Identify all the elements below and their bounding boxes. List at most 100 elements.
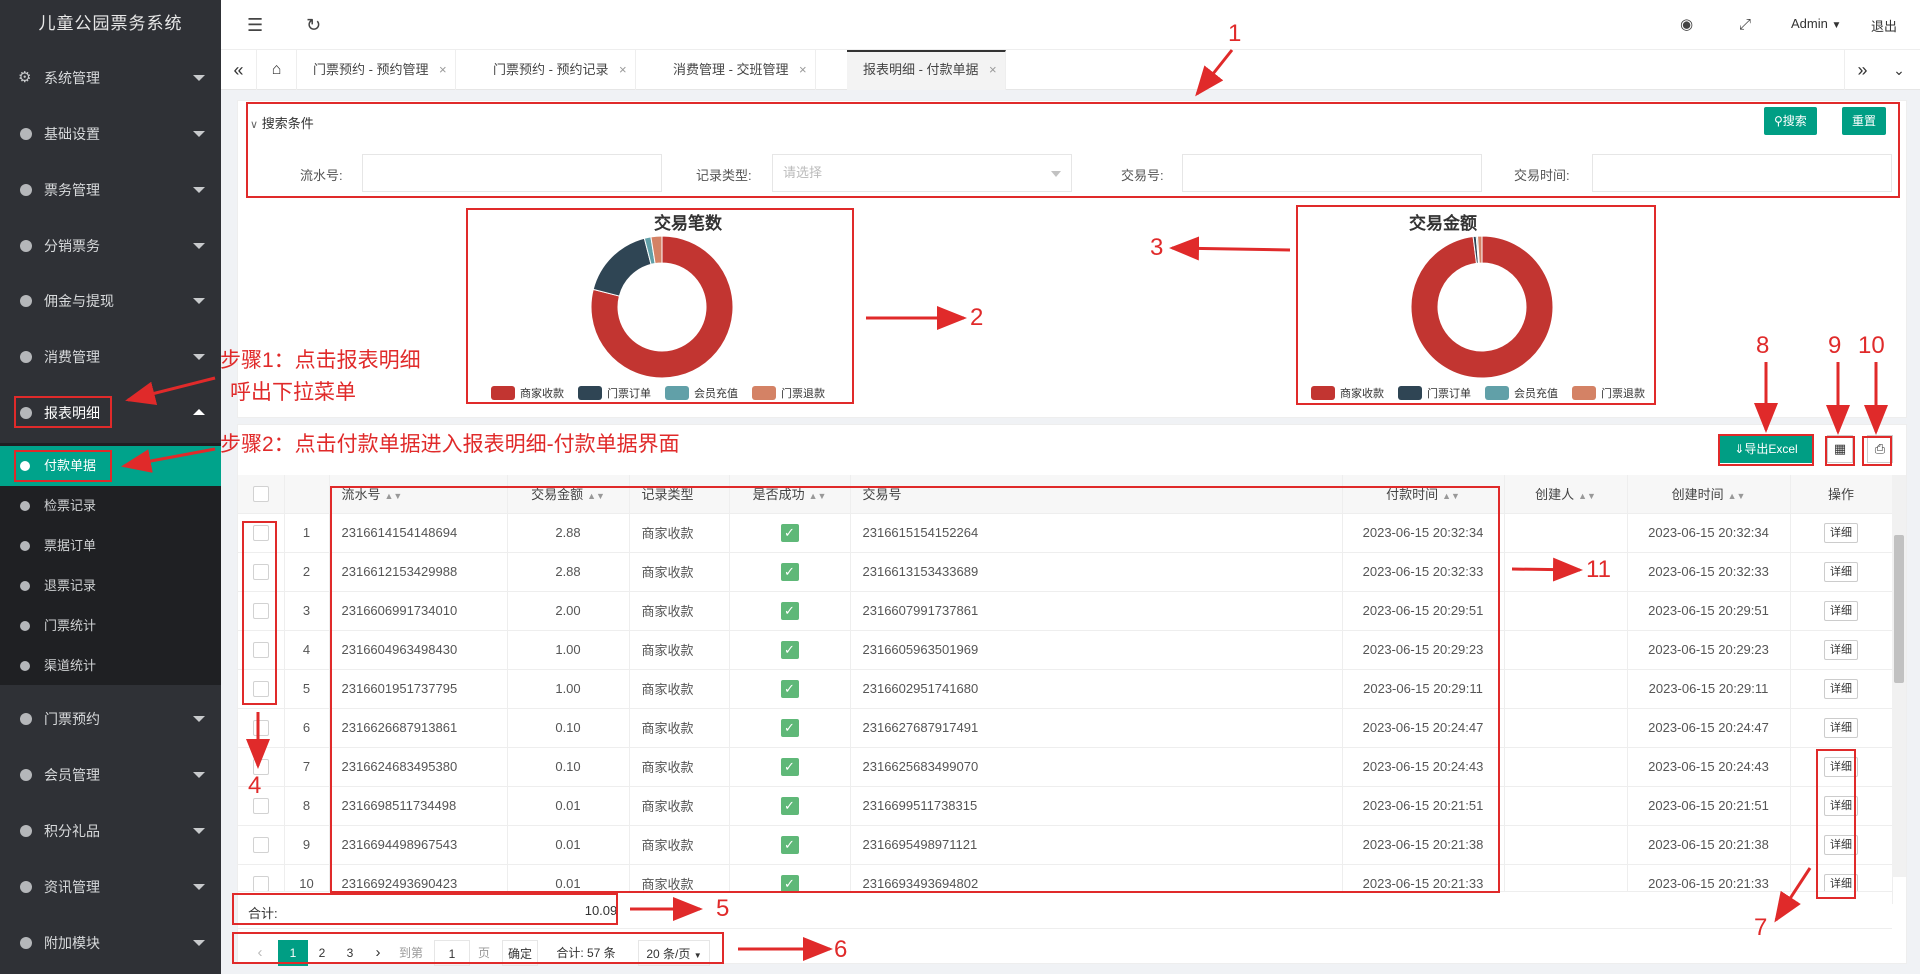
sidebar-subitem-label: 门票统计 [44,618,97,633]
user-menu[interactable]: Admin ▼ [1791,16,1841,31]
checkbox[interactable] [252,486,269,503]
cell-action: 详细 [1790,669,1893,709]
sidebar-subitem[interactable]: 票据订单 [0,526,221,566]
circle-icon [20,621,30,631]
sidebar-subitem[interactable]: 渠道统计 [0,646,221,686]
logout-link[interactable]: 退出 [1871,16,1897,35]
detail-button[interactable]: 详细 [1824,600,1858,621]
cell-created: 2023-06-15 20:24:47 [1627,708,1791,748]
menu-toggle-icon[interactable]: ☰ [247,14,263,36]
annotation-number: 2 [970,304,984,331]
sidebar-item[interactable]: 门票预约 [0,699,221,739]
sort-icon[interactable]: ▲▼ [1728,491,1746,501]
sidebar-item-label: 系统管理 [44,70,100,86]
sidebar-item-label: 积分礼品 [44,823,100,839]
cell-action: 详细 [1790,552,1893,592]
tab-item-active[interactable]: 报表明细 - 付款单据 × [847,50,1006,90]
detail-button[interactable]: 详细 [1824,639,1858,660]
cell-created: 2023-06-15 20:21:51 [1627,786,1791,826]
circle-icon [20,881,32,893]
tab-item[interactable]: 门票预约 - 预约管理 × [297,50,456,90]
home-icon[interactable]: ⌂ [257,50,297,90]
tabs-next-icon[interactable]: » [1844,50,1880,90]
detail-button[interactable]: 详细 [1824,561,1858,582]
tab-item[interactable]: 门票预约 - 预约记录 × [477,50,636,90]
close-icon[interactable]: × [619,50,627,90]
sidebar-item[interactable]: 积分礼品 [0,811,221,851]
chevron-down-icon [193,243,205,249]
cell-index: 8 [284,786,330,826]
annotation-box-payment-menu [14,450,112,482]
sidebar-item[interactable]: 票务管理 [0,170,221,210]
chevron-down-icon [193,75,205,81]
cell-select[interactable] [238,825,285,865]
header-created[interactable]: 创建时间 ▲▼ [1627,475,1791,514]
checkbox[interactable] [252,836,269,853]
cell-index: 1 [284,513,330,553]
sidebar-subitem[interactable]: 退票记录 [0,566,221,606]
header-select-all[interactable] [238,475,285,514]
tab-item[interactable]: 消费管理 - 交班管理 × [657,50,816,90]
chevron-down-icon: ▼ [1831,20,1842,31]
annotation-box-report-menu [14,396,112,428]
sidebar-item[interactable]: 基础设置 [0,114,221,154]
sidebar-item[interactable]: 分销票务 [0,226,221,266]
cell-creator [1504,513,1628,553]
chevron-down-icon [193,354,205,360]
app-title: 儿童公园票务系统 [38,14,183,33]
sidebar-item[interactable]: 资讯管理 [0,867,221,907]
cell-select[interactable] [238,708,285,748]
cell-index: 9 [284,825,330,865]
checkbox[interactable] [252,875,269,892]
top-header: ☰ ↻ ◉ ⤢ Admin ▼ 退出 [221,0,1920,50]
header-creator[interactable]: 创建人 ▲▼ [1504,475,1628,514]
cell-creator [1504,747,1628,787]
table-scrollbar[interactable] [1892,475,1906,877]
close-icon[interactable]: × [799,50,807,90]
annotation-box-checkboxes [242,521,277,705]
circle-icon [20,581,30,591]
sidebar-item-label: 分销票务 [44,238,100,254]
annotation-number: 5 [716,895,730,922]
tabs-prev-icon[interactable]: « [221,50,257,90]
tab-label: 消费管理 - 交班管理 [673,62,789,77]
sidebar-subitem[interactable]: 门票统计 [0,606,221,646]
cell-action: 详细 [1790,591,1893,631]
checkbox[interactable] [252,797,269,814]
sort-icon[interactable]: ▲▼ [1578,491,1596,501]
sidebar-item[interactable]: 佣金与提现 [0,281,221,321]
detail-button[interactable]: 详细 [1824,678,1858,699]
cell-creator [1504,591,1628,631]
tab-label: 报表明细 - 付款单据 [863,62,979,77]
sidebar-item[interactable]: 附加模块 [0,923,221,963]
annotation-number: 3 [1150,234,1164,261]
chevron-down-icon [193,298,205,304]
cell-index: 3 [284,591,330,631]
sidebar-item[interactable]: 会员管理 [0,755,221,795]
detail-button[interactable]: 详细 [1824,717,1858,738]
sidebar-item[interactable]: 消费管理 [0,337,221,377]
header-action: 操作 [1790,475,1893,514]
theme-icon[interactable]: ◉ [1680,14,1693,36]
refresh-icon[interactable]: ↻ [306,14,321,36]
sidebar-subitem-label: 检票记录 [44,498,97,513]
detail-button[interactable]: 详细 [1824,522,1858,543]
close-icon[interactable]: × [439,50,447,90]
sidebar-subitem[interactable]: 检票记录 [0,486,221,526]
cell-created: 2023-06-15 20:29:51 [1627,591,1791,631]
close-icon[interactable]: × [989,52,997,88]
checkbox[interactable] [252,719,269,736]
cell-action: 详细 [1790,708,1893,748]
cell-index: 2 [284,552,330,592]
circle-icon [20,501,30,511]
cell-action: 详细 [1790,513,1893,553]
annotation-box-detail [1816,749,1856,899]
sidebar-item-label: 会员管理 [44,767,100,783]
sidebar-item[interactable]: ⚙ 系统管理 [0,58,221,98]
annotation-box-pagination [232,932,724,964]
chevron-down-icon [193,716,205,722]
tabs-dropdown-icon[interactable]: ⌄ [1881,50,1917,90]
gear-icon: ⚙ [18,69,32,86]
fullscreen-icon[interactable]: ⤢ [1739,14,1751,36]
scrollbar-thumb[interactable] [1894,535,1904,683]
